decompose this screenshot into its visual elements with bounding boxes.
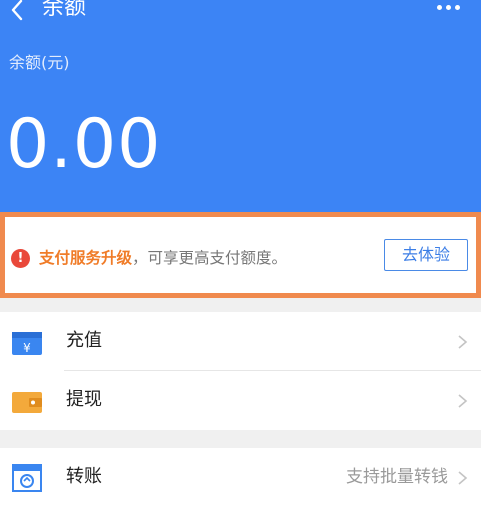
- transfer-note: 支持批量转钱: [346, 467, 448, 487]
- recharge-card-icon: ¥: [12, 332, 42, 355]
- warning-circle-icon: !: [11, 249, 30, 268]
- page-title: 余额: [42, 0, 87, 20]
- notice-text: 支付服务升级，可享更高支付额度。: [39, 247, 287, 269]
- transfer-shop-icon: [12, 464, 42, 492]
- notice-highlight: 支付服务升级: [39, 249, 133, 267]
- menu-item-label: 提现: [66, 389, 102, 410]
- balance-amount: 0.00: [6, 105, 162, 184]
- wallet-icon: [12, 392, 42, 413]
- chevron-right-icon: [458, 394, 468, 408]
- funds-menu-group: ¥ 充值 提现: [0, 312, 481, 430]
- menu-item-recharge[interactable]: ¥ 充值: [0, 312, 481, 371]
- balance-label: 余额(元): [9, 53, 70, 72]
- menu-item-transfer[interactable]: 转账 支持批量转钱: [0, 448, 481, 505]
- balance-header: 余额 余额(元) 0.00: [0, 0, 481, 212]
- menu-item-label: 充值: [66, 330, 102, 351]
- chevron-right-icon: [458, 471, 468, 485]
- chevron-left-icon[interactable]: [6, 0, 30, 22]
- transfer-menu-group: 转账 支持批量转钱: [0, 448, 481, 505]
- try-it-button[interactable]: 去体验: [384, 239, 468, 271]
- svg-text:¥: ¥: [23, 341, 31, 355]
- menu-item-withdraw[interactable]: 提现: [0, 371, 481, 430]
- menu-item-label: 转账: [66, 466, 102, 487]
- chevron-right-icon: [458, 335, 468, 349]
- more-dots-icon[interactable]: [437, 3, 463, 13]
- upgrade-notice-banner[interactable]: ! 支付服务升级，可享更高支付额度。 去体验: [0, 212, 481, 298]
- notice-description: ，可享更高支付额度。: [132, 249, 288, 267]
